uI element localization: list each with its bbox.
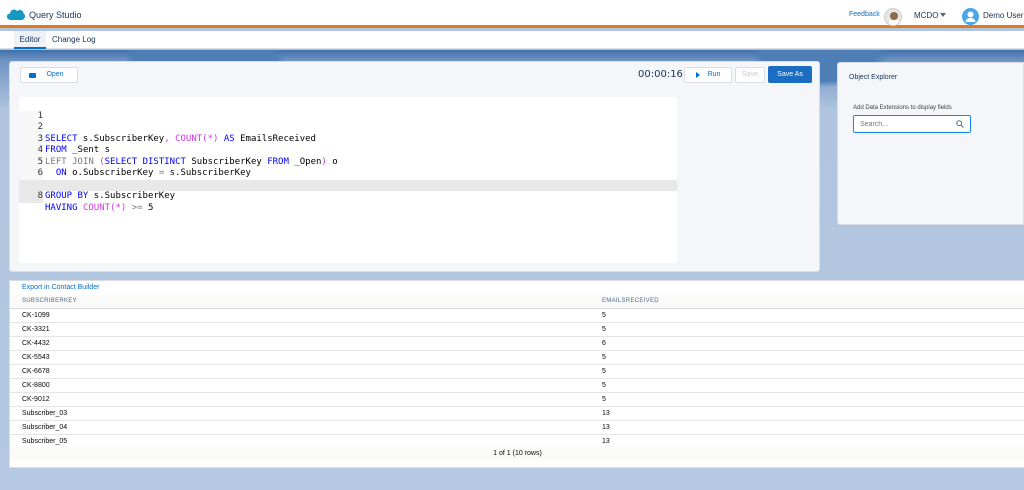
chevron-down-icon[interactable] [940, 13, 946, 17]
cell-subscriberkey: Subscriber_05 [10, 434, 591, 449]
table-row: CK-6678 5 [10, 364, 1024, 379]
code-line: 5 ON o.SubscriberKey = s.SubscriberKey [19, 145, 677, 178]
editor-panel: Open 00:00:16 Run Save Save As 1 2 SELEC… [9, 61, 820, 272]
cell-emailsreceived: 5 [591, 308, 1024, 323]
search-input[interactable] [853, 115, 971, 133]
feedback-avatar[interactable] [884, 8, 902, 26]
object-explorer-hint: Add Data Extensions to display fields [853, 105, 952, 111]
table-row: CK-1099 5 [10, 308, 1024, 323]
object-explorer-title: Object Explorer [849, 74, 898, 81]
tab-bar: Editor Change Log [0, 31, 1024, 49]
cell-subscriberkey: Subscriber_04 [10, 420, 591, 435]
code-line: 6 WHERE o.SubscriberKey IS NULL [19, 157, 677, 190]
column-header-subscriberkey[interactable]: SUBSCRIBERKEY [10, 295, 591, 309]
code-line: 7 GROUP BY s.SubscriberKey [19, 168, 677, 201]
code-text: GROUP BY s.SubscriberKey [45, 191, 176, 201]
folder-icon [29, 73, 36, 78]
cell-emailsreceived: 13 [591, 406, 1024, 421]
cell-subscriberkey: Subscriber_03 [10, 406, 591, 421]
tab-change-log[interactable]: Change Log [52, 31, 96, 49]
cell-emailsreceived: 6 [591, 336, 1024, 351]
table-row: CK-3321 5 [10, 322, 1024, 337]
sql-editor[interactable]: 1 2 SELECT s.SubscriberKey, COUNT(*) AS … [19, 97, 677, 263]
results-table: SUBSCRIBERKEY EMAILSRECEIVED CK-1099 5 CK… [10, 295, 1024, 449]
cell-subscriberkey: CK-3321 [10, 322, 591, 337]
table-row: CK-4432 6 [10, 336, 1024, 351]
cell-emailsreceived: 5 [591, 350, 1024, 365]
query-timer: 00:00:16 [638, 69, 683, 80]
user-avatar[interactable] [962, 8, 979, 25]
play-icon [696, 72, 700, 78]
export-contact-builder-link[interactable]: Export in Contact Builder [22, 284, 99, 291]
cell-emailsreceived: 13 [591, 434, 1024, 449]
open-button[interactable]: Open [20, 67, 78, 83]
code-line: 3 FROM _Sent s [19, 122, 677, 155]
astro-avatar-icon [889, 12, 899, 25]
cell-subscriberkey: CK-8800 [10, 378, 591, 393]
cell-emailsreceived: 5 [591, 392, 1024, 407]
code-line-active: 8 HAVING COUNT(*) >= 5 [19, 179, 677, 213]
table-row: CK-5543 5 [10, 350, 1024, 365]
save-button[interactable]: Save [735, 67, 765, 83]
feedback-link[interactable]: Feedback [849, 11, 880, 18]
object-explorer-panel: Object Explorer Add Data Extensions to d… [837, 62, 1024, 225]
cell-emailsreceived: 5 [591, 322, 1024, 337]
user-icon [965, 11, 976, 22]
cell-subscriberkey: CK-9012 [10, 392, 591, 407]
open-button-label: Open [46, 71, 64, 78]
cell-subscriberkey: CK-6678 [10, 364, 591, 379]
table-row: Subscriber_05 13 [10, 434, 1024, 449]
cell-subscriberkey: CK-1099 [10, 308, 591, 323]
code-line: 2 SELECT s.SubscriberKey, COUNT(*) AS Em… [19, 111, 677, 144]
cell-emailsreceived: 5 [591, 378, 1024, 393]
user-name[interactable]: Demo User [983, 11, 1023, 20]
search-icon [956, 120, 964, 128]
app-title: Query Studio [29, 10, 82, 20]
table-row: CK-8800 5 [10, 378, 1024, 393]
code-line: 4 LEFT JOIN (SELECT DISTINCT SubscriberK… [19, 134, 677, 167]
org-switcher[interactable]: MCDO [914, 11, 938, 20]
cell-subscriberkey: CK-5543 [10, 350, 591, 365]
results-panel: Export in Contact Builder SUBSCRIBERKEY … [9, 280, 1024, 468]
run-button-label: Run [707, 71, 721, 78]
code-line: 1 [19, 99, 677, 122]
code-lines: 1 2 SELECT s.SubscriberKey, COUNT(*) AS … [19, 99, 677, 213]
run-button[interactable]: Run [684, 67, 732, 83]
cell-emailsreceived: 5 [591, 364, 1024, 379]
tab-editor[interactable]: Editor [14, 31, 46, 49]
app-header: Query Studio Feedback MCDO Demo User [0, 0, 1024, 28]
table-row: Subscriber_04 13 [10, 420, 1024, 435]
cell-emailsreceived: 13 [591, 420, 1024, 435]
results-pager: 1 of 1 (10 rows) [10, 447, 1024, 460]
table-header-row: SUBSCRIBERKEY EMAILSRECEIVED [10, 295, 1024, 309]
save-as-button[interactable]: Save As [768, 66, 812, 83]
code-text: HAVING COUNT(*) >= 5 [45, 202, 154, 213]
column-header-emailsreceived[interactable]: EMAILSRECEIVED [591, 295, 1024, 309]
table-row: Subscriber_03 13 [10, 406, 1024, 421]
table-row: CK-9012 5 [10, 392, 1024, 407]
cell-subscriberkey: CK-4432 [10, 336, 591, 351]
cloud-icon [7, 9, 25, 20]
line-number: 8 [19, 191, 43, 203]
